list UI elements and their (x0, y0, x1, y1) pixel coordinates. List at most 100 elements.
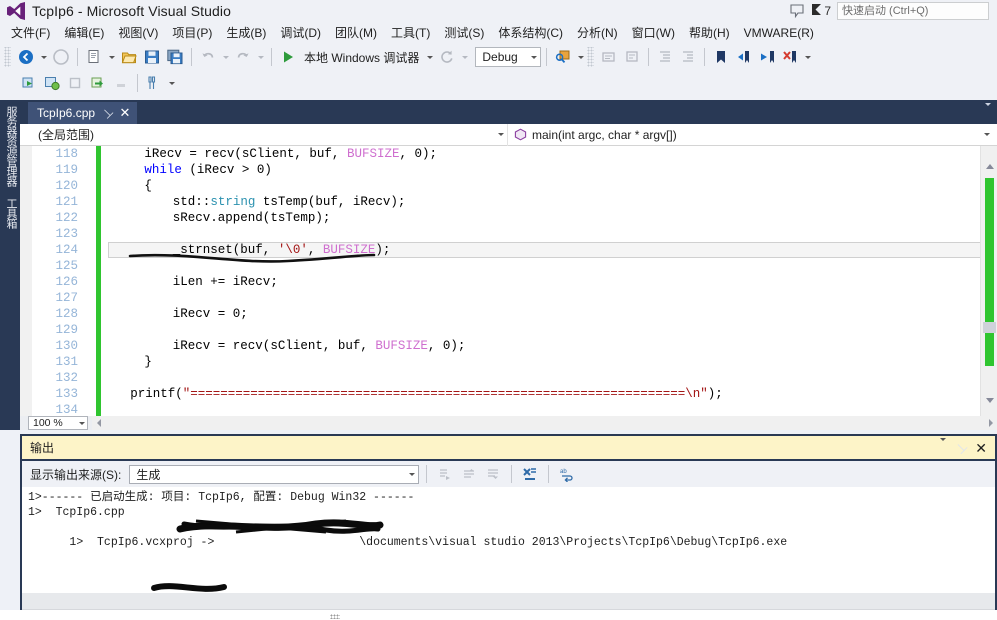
step-into-icon[interactable] (18, 72, 40, 94)
code-editor[interactable]: 118 iRecv = recv(sClient, buf, BUFSIZE, 0… (20, 146, 997, 416)
bookmark-icon[interactable] (710, 46, 732, 68)
tab-overflow-dropdown-icon[interactable] (985, 103, 991, 120)
svg-text:ab: ab (560, 469, 567, 475)
menu-item-file[interactable]: 文件(F) (4, 23, 57, 43)
code-text: sRecv.append(tsTemp); (173, 210, 331, 226)
code-line[interactable]: 130 iRecv = recv(sClient, buf, BUFSIZE, 0… (20, 338, 997, 354)
code-line[interactable]: 119 while (iRecv > 0) (20, 162, 997, 178)
chevron-down-icon[interactable] (939, 437, 946, 455)
clear-bookmarks-icon[interactable] (779, 46, 801, 68)
toggle-word-wrap-icon[interactable]: ab (556, 463, 578, 485)
bookmarks-overflow-dropdown[interactable] (802, 46, 813, 68)
toolbar-gripper[interactable] (4, 47, 11, 67)
find-dropdown[interactable] (575, 46, 586, 68)
code-line[interactable]: 123 (20, 226, 997, 242)
code-text: iRecv = 0; (173, 306, 248, 322)
close-icon[interactable]: ✕ (120, 106, 131, 119)
pin-icon[interactable]: ⊣ (951, 438, 971, 457)
code-line[interactable]: 118 iRecv = recv(sClient, buf, BUFSIZE, 0… (20, 146, 997, 162)
new-project-dropdown[interactable] (106, 46, 117, 68)
code-line[interactable]: 128 iRecv = 0; (20, 306, 997, 322)
sidebar-item-server-explorer[interactable]: 服务器资源管理器 (0, 100, 22, 192)
start-debug-play-icon[interactable] (277, 46, 299, 68)
title-bar: TcpIp6 - Microsoft Visual Studio 7 快速启动 … (0, 0, 997, 22)
document-tab-tcpip6-cpp[interactable]: TcpIp6.cpp ⊣ ✕ (28, 102, 138, 124)
code-text: std::string tsTemp(buf, iRecv); (173, 194, 406, 210)
navigate-back-dropdown[interactable] (38, 46, 49, 68)
code-token: , 0); (399, 147, 437, 161)
pin-icon[interactable]: ⊣ (99, 104, 116, 121)
find-in-files-icon[interactable] (552, 46, 574, 68)
resize-grip-icon[interactable] (330, 614, 340, 619)
start-debug-label[interactable]: 本地 Windows 调试器 (300, 49, 423, 66)
tools-options-icon[interactable] (143, 72, 165, 94)
code-line[interactable]: 133 printf("=============================… (20, 386, 997, 402)
toolbar-gripper-2[interactable] (587, 47, 595, 67)
scroll-left-button[interactable] (92, 416, 105, 430)
zoom-level-combo[interactable]: 100 % (28, 416, 88, 430)
previous-bookmark-icon[interactable] (733, 46, 755, 68)
scroll-up-button[interactable] (981, 158, 997, 174)
scroll-right-button[interactable] (984, 416, 997, 430)
code-line[interactable]: 126 iLen += iRecv; (20, 274, 997, 290)
notification-indicator[interactable]: 7 (811, 3, 831, 20)
menu-item-edit[interactable]: 编辑(E) (57, 23, 111, 43)
scroll-down-button[interactable] (981, 392, 997, 408)
redo-icon (232, 46, 254, 68)
member-dropdown[interactable]: main(int argc, char * argv[]) (508, 124, 997, 146)
output-source-combo[interactable]: 生成 (129, 464, 420, 484)
save-icon[interactable] (141, 46, 163, 68)
code-token: (iRecv > 0) (181, 163, 272, 177)
open-file-icon[interactable] (118, 46, 140, 68)
menu-item-test[interactable]: 测试(S) (437, 23, 491, 43)
close-icon[interactable]: ✕ (975, 441, 987, 455)
code-token: ); (375, 243, 391, 257)
menu-item-view[interactable]: 视图(V) (111, 23, 165, 43)
menu-item-analyze[interactable]: 分析(N) (570, 23, 625, 43)
menu-item-build[interactable]: 生成(B) (219, 23, 273, 43)
navigate-back-icon[interactable] (15, 46, 37, 68)
code-line[interactable]: 134 (20, 402, 997, 416)
code-text: } (144, 354, 152, 370)
new-project-icon[interactable] (83, 46, 105, 68)
code-line[interactable]: 125 (20, 258, 997, 274)
menu-item-architecture[interactable]: 体系结构(C) (491, 23, 570, 43)
output-panel-body[interactable]: 1>------ 已启动生成: 项目: TcpIp6, 配置: Debug Wi… (22, 487, 995, 593)
code-line[interactable]: 132 (20, 370, 997, 386)
editor-horizontal-scrollbar[interactable] (92, 416, 997, 430)
code-line[interactable]: 120 { (20, 178, 997, 194)
redaction-scribble (176, 519, 384, 534)
step-over-icon[interactable] (87, 72, 109, 94)
menu-item-project[interactable]: 项目(P) (165, 23, 219, 43)
save-all-icon[interactable] (164, 46, 186, 68)
code-token: iLen += iRecv; (172, 275, 278, 289)
debug-toolbar-overflow[interactable] (166, 72, 177, 94)
code-line[interactable]: 127 (20, 290, 997, 306)
code-line[interactable]: 122 sRecv.append(tsTemp); (20, 210, 997, 226)
next-bookmark-icon[interactable] (756, 46, 778, 68)
code-token: , (307, 243, 323, 257)
menu-item-window[interactable]: 窗口(W) (625, 23, 682, 43)
menu-item-vmware[interactable]: VMWARE(R) (737, 23, 821, 43)
code-line[interactable]: 124 _strnset(buf, '\0', BUFSIZE); (20, 242, 997, 258)
code-line[interactable]: 121 std::string tsTemp(buf, iRecv); (20, 194, 997, 210)
navigate-forward-icon[interactable] (50, 46, 72, 68)
change-bar (96, 146, 101, 162)
code-token: "=======================================… (182, 387, 708, 401)
menu-item-help[interactable]: 帮助(H) (682, 23, 737, 43)
quick-launch-input[interactable]: 快速启动 (Ctrl+Q) (837, 2, 989, 20)
sidebar-item-toolbox[interactable]: 工具箱 (0, 192, 22, 234)
code-line[interactable]: 131} (20, 354, 997, 370)
menu-item-team[interactable]: 团队(M) (328, 23, 384, 43)
scope-dropdown[interactable]: (全局范围) (20, 123, 508, 146)
start-debug-dropdown[interactable] (424, 46, 435, 68)
editor-vertical-scrollbar[interactable] (980, 146, 997, 416)
configuration-combo[interactable]: Debug (475, 47, 542, 67)
menu-item-debug[interactable]: 调试(D) (273, 23, 328, 43)
code-line[interactable]: 129 (20, 322, 997, 338)
menu-item-tools[interactable]: 工具(T) (384, 23, 437, 43)
clear-all-icon[interactable] (519, 463, 541, 485)
scrollbar-thumb[interactable] (985, 178, 994, 366)
feedback-smiley-icon[interactable] (789, 3, 805, 19)
attach-to-process-icon[interactable] (41, 72, 63, 94)
